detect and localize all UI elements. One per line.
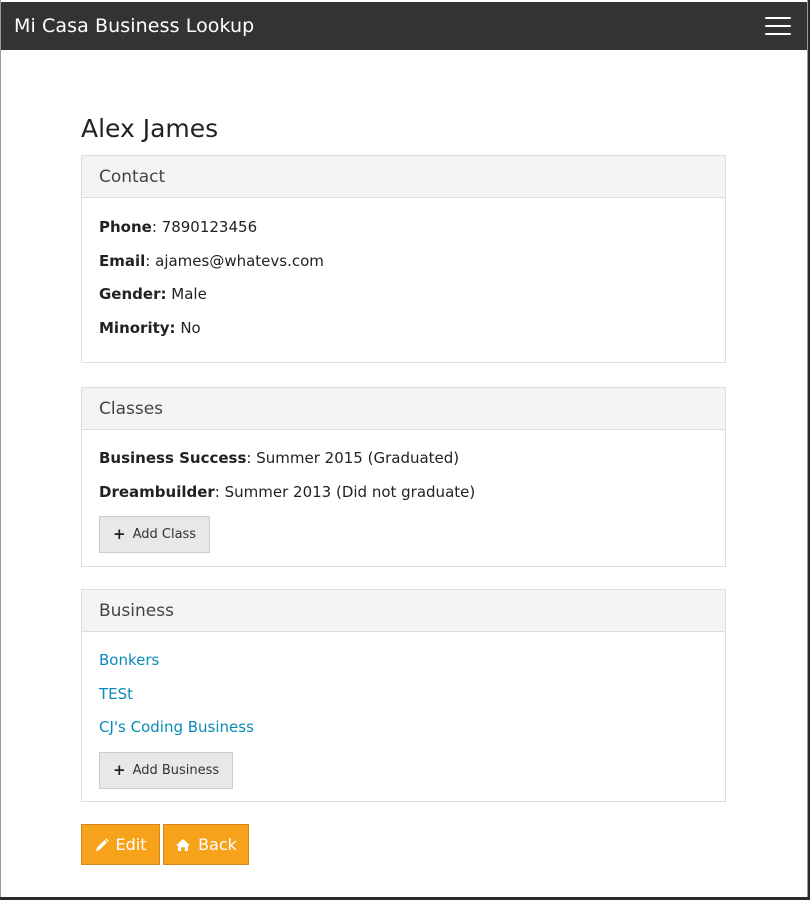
menu-bar-line [765,25,791,27]
page-title: Alex James [81,114,219,143]
class-detail: Summer 2013 (Did not graduate) [224,482,476,501]
navbar-brand[interactable]: Mi Casa Business Lookup [14,15,254,37]
menu-bar-line [765,33,791,35]
classes-panel: Classes Business Success: Summer 2015 (G… [81,387,726,567]
pencil-icon [95,837,109,851]
add-business-button[interactable]: + Add Business [99,751,234,789]
class-item: Business Success: Summer 2015 (Graduated… [99,448,708,468]
contact-minority-row: Minority: No [99,318,708,338]
class-item: Dreambuilder: Summer 2013 (Did not gradu… [99,482,708,502]
back-button[interactable]: Back [163,824,249,865]
class-name: Dreambuilder [99,482,215,501]
field-separator: : [145,251,156,270]
list-item: CJ's Coding Business [99,717,708,737]
field-label: Email [99,251,146,270]
business-panel: Business Bonkers TESt CJ's Coding Busine… [81,589,726,802]
contact-gender-value: Male [171,285,207,303]
list-item: TESt [99,684,708,704]
edit-button-label: Edit [115,835,147,854]
edit-button[interactable]: Edit [81,824,160,865]
add-class-label: Add Class [132,527,197,542]
home-icon [176,838,191,851]
plus-icon: + [113,525,126,543]
class-detail: Summer 2015 (Graduated) [256,449,460,467]
contact-panel-heading: Contact [82,156,725,198]
contact-phone-value: 7890123456 [161,218,258,236]
business-link-bonkers[interactable]: Bonkers [99,651,159,669]
plus-icon: + [113,760,126,779]
classes-panel-body: Business Success: Summer 2015 (Graduated… [82,430,725,553]
field-separator: : [214,482,225,501]
field-separator: : [246,449,257,467]
field-label: Phone [99,218,152,236]
business-link-test[interactable]: TESt [99,685,133,703]
back-button-label: Back [198,835,237,854]
field-separator: : [151,218,162,236]
contact-minority-value: No [180,318,201,337]
contact-email-row: Email: ajames@whatevs.com [99,251,708,271]
add-class-button[interactable]: + Add Class [99,516,211,553]
add-business-label: Add Business [132,762,220,778]
navbar: Mi Casa Business Lookup [1,2,807,50]
list-item: Bonkers [99,650,708,670]
contact-email-value: ajames@whatevs.com [155,251,324,270]
hamburger-menu-icon[interactable] [765,17,791,35]
contact-gender-row: Gender: Male [99,284,708,304]
contact-phone-row: Phone: 7890123456 [99,217,708,237]
contact-panel: Contact Phone: 7890123456 Email: ajames@… [81,155,726,363]
business-panel-heading: Business [82,590,725,632]
contact-panel-body: Phone: 7890123456 Email: ajames@whatevs.… [82,198,725,338]
class-name: Business Success [99,449,247,467]
business-panel-body: Bonkers TESt CJ's Coding Business + Add … [82,632,725,789]
field-label: Gender: [99,285,167,303]
classes-panel-heading: Classes [82,388,725,430]
business-link-cjs-coding[interactable]: CJ's Coding Business [99,718,254,736]
menu-bar-line [765,17,791,19]
field-label: Minority: [99,318,176,337]
app-window: Mi Casa Business Lookup Alex James Conta… [0,0,808,897]
